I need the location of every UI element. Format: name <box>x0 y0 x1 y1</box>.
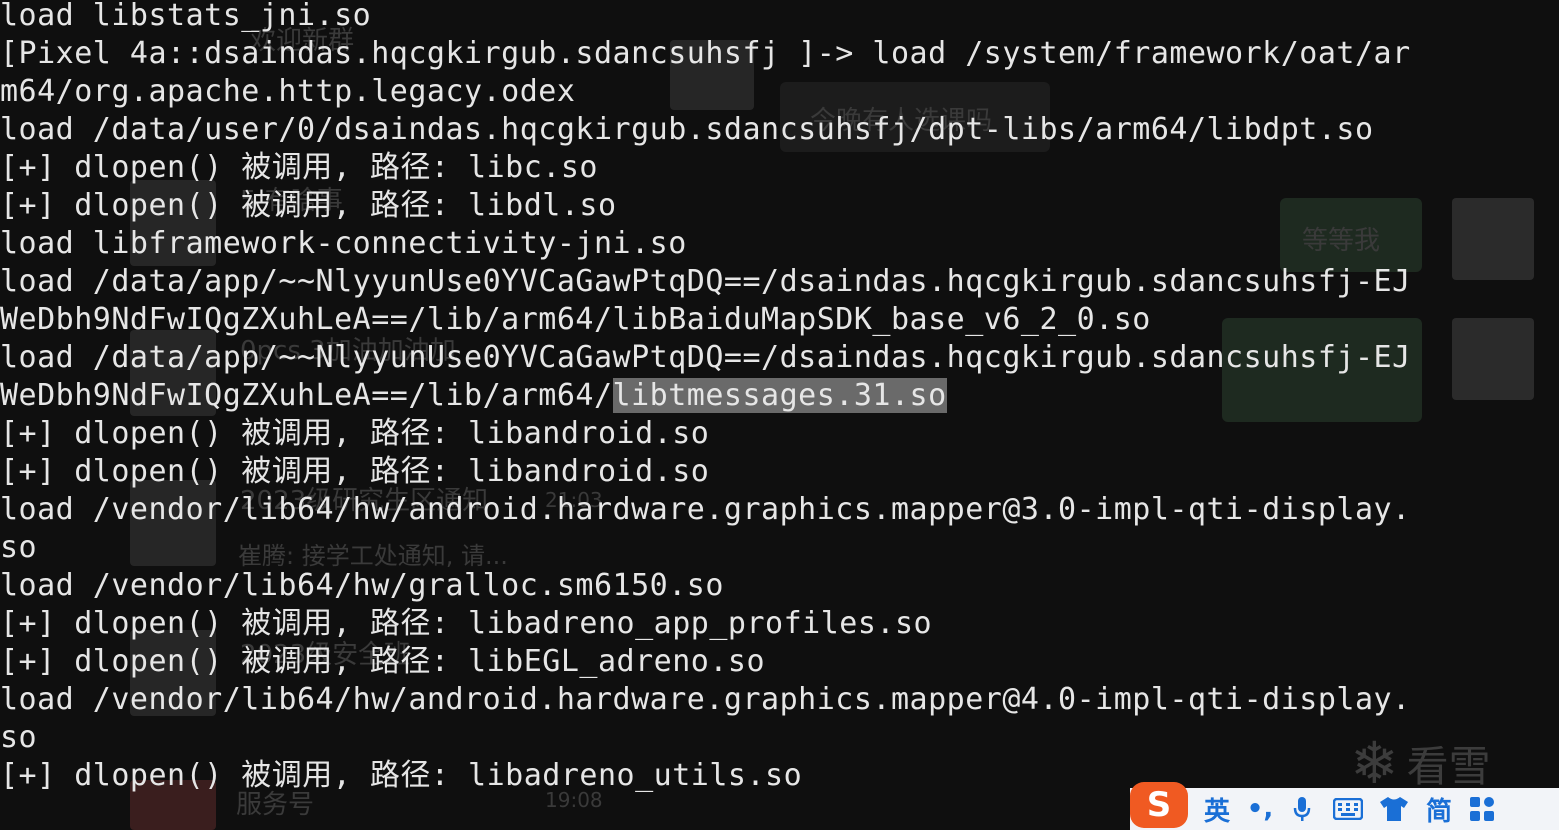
selected-text[interactable]: libtmessages.31.so <box>612 378 947 413</box>
watermark-text: 看雪 <box>1406 741 1491 791</box>
skin-shirt-icon[interactable] <box>1372 788 1416 830</box>
terminal-output[interactable]: load libstats_jni.so [Pixel 4a::dsaindas… <box>0 0 1559 830</box>
ime-toolbar: S 英 •, 简 <box>1130 782 1559 830</box>
terminal-line: [+] dlopen() 被调用, 路径: libdl.so <box>0 188 617 223</box>
terminal-line: load /data/app/~~NlyyunUse0YVCaGawPtqDQ=… <box>0 264 1411 299</box>
terminal-line: [Pixel 4a::dsaindas.hqcgkirgub.sdancsuhs… <box>0 36 1411 71</box>
terminal-line-prefix: WeDbh9NdFwIQgZXuhLeA==/lib/arm64/ <box>0 378 613 413</box>
terminal-line: [+] dlopen() 被调用, 路径: libandroid.so <box>0 454 710 489</box>
ime-punctuation-toggle[interactable]: •, <box>1240 788 1280 830</box>
snowflake-icon: ❄ <box>1350 729 1399 797</box>
terminal-line: load /vendor/lib64/hw/android.hardware.g… <box>0 492 1411 527</box>
watermark: ❄ 看雪 <box>1350 733 1491 793</box>
terminal-line: load libstats_jni.so <box>0 0 372 33</box>
terminal-line-with-selection: WeDbh9NdFwIQgZXuhLeA==/lib/arm64/libtmes… <box>0 377 947 415</box>
terminal-line: [+] dlopen() 被调用, 路径: libEGL_adreno.so <box>0 644 766 679</box>
terminal-line: so <box>0 530 38 565</box>
terminal-line: [+] dlopen() 被调用, 路径: libc.so <box>0 150 598 185</box>
terminal-line: [+] dlopen() 被调用, 路径: libadreno_app_prof… <box>0 606 933 641</box>
terminal-line: load /data/app/~~NlyyunUse0YVCaGawPtqDQ=… <box>0 340 1411 375</box>
terminal-line: m64/org.apache.http.legacy.odex <box>0 74 576 109</box>
terminal-line: so <box>0 720 38 755</box>
terminal-line: [+] dlopen() 被调用, 路径: libandroid.so <box>0 416 710 451</box>
ime-simplified-toggle[interactable]: 简 <box>1416 788 1462 830</box>
ime-language-toggle[interactable]: 英 <box>1194 788 1240 830</box>
terminal-line: load /vendor/lib64/hw/gralloc.sm6150.so <box>0 568 724 603</box>
toolbox-grid-icon[interactable] <box>1462 788 1502 830</box>
microphone-icon[interactable] <box>1280 788 1324 830</box>
ime-logo-icon[interactable]: S <box>1130 782 1188 828</box>
terminal-line: load /vendor/lib64/hw/android.hardware.g… <box>0 682 1411 717</box>
terminal-line: [+] dlopen() 被调用, 路径: libadreno_utils.so <box>0 758 803 793</box>
terminal-line: load /data/user/0/dsaindas.hqcgkirgub.sd… <box>0 112 1374 147</box>
terminal-line: WeDbh9NdFwIQgZXuhLeA==/lib/arm64/libBaid… <box>0 302 1151 337</box>
keyboard-icon[interactable] <box>1324 788 1372 830</box>
terminal-line: load libframework-connectivity-jni.so <box>0 226 687 261</box>
